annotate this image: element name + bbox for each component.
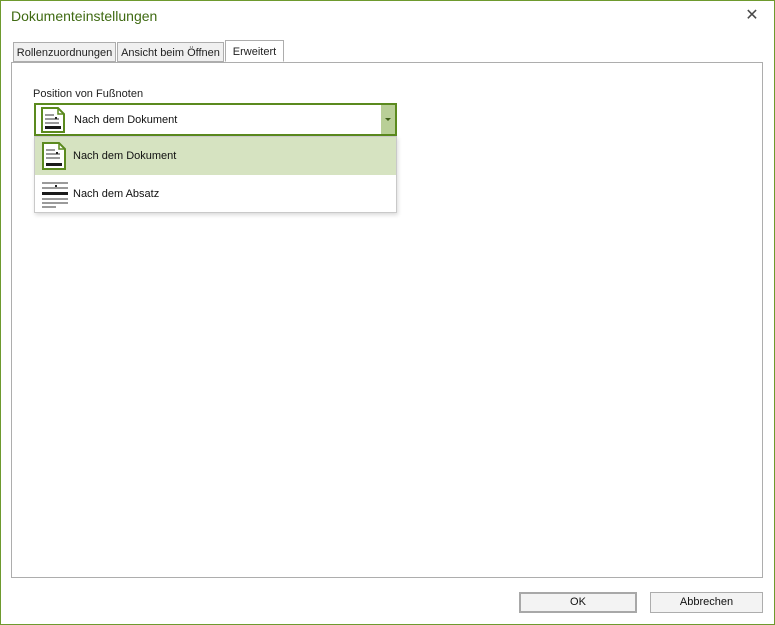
tab-erweitert[interactable]: Erweitert bbox=[225, 40, 284, 62]
option-nach-dem-absatz[interactable]: Nach dem Absatz bbox=[35, 175, 396, 213]
option-label: Nach dem Absatz bbox=[73, 188, 160, 200]
dialog-title: Dokumenteinstellungen bbox=[11, 8, 158, 24]
tab-ansicht-beim-oeffnen[interactable]: Ansicht beim Öffnen bbox=[117, 42, 224, 62]
cancel-button[interactable]: Abbrechen bbox=[650, 592, 763, 613]
option-nach-dem-dokument[interactable]: Nach dem Dokument bbox=[35, 137, 396, 175]
combobox-selected-value: Nach dem Dokument bbox=[74, 114, 178, 126]
page-footnote-icon bbox=[41, 107, 65, 133]
page-footnote-icon bbox=[42, 142, 66, 170]
footnote-position-combobox[interactable]: Nach dem Dokument bbox=[34, 103, 397, 136]
paragraph-footnote-icon bbox=[42, 182, 68, 208]
tab-rollenzuordnungen[interactable]: Rollenzuordnungen bbox=[13, 42, 116, 62]
ok-button[interactable]: OK bbox=[519, 592, 637, 613]
footnote-position-dropdown: Nach dem Dokument Nach dem Absatz bbox=[34, 136, 397, 213]
close-icon[interactable]: ✕ bbox=[743, 7, 761, 25]
chevron-down-icon[interactable] bbox=[381, 105, 395, 134]
footnote-position-label: Position von Fußnoten bbox=[33, 88, 144, 100]
option-label: Nach dem Dokument bbox=[73, 150, 177, 162]
